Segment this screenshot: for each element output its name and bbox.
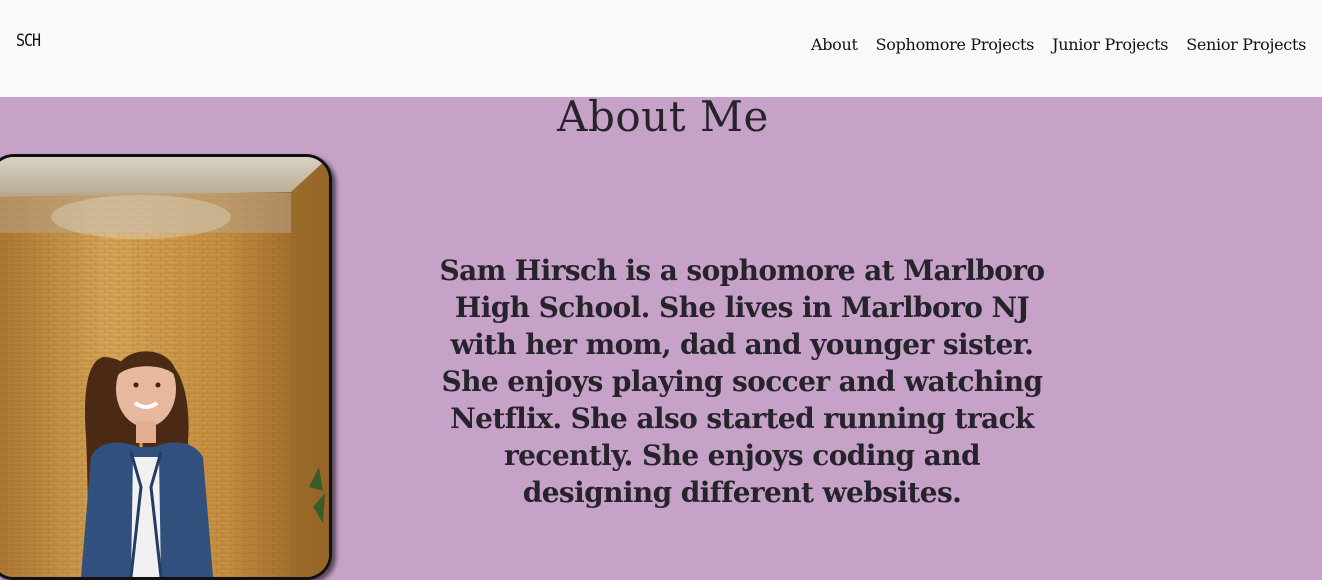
about-title: About Me [557,92,769,141]
main-nav: About Sophomore Projects Junior Projects… [811,35,1306,54]
profile-photo [0,154,332,580]
nav-link-sophomore-projects[interactable]: Sophomore Projects [876,35,1035,54]
nav-link-about[interactable]: About [811,35,858,54]
bio-text: Sam Hirsch is a sophomore at Marlboro Hi… [439,254,1045,509]
nav-link-senior-projects[interactable]: Senior Projects [1186,35,1306,54]
site-header: SCH About Sophomore Projects Junior Proj… [0,0,1322,97]
site-logo[interactable]: SCH [16,30,41,51]
nav-link-junior-projects[interactable]: Junior Projects [1052,35,1168,54]
